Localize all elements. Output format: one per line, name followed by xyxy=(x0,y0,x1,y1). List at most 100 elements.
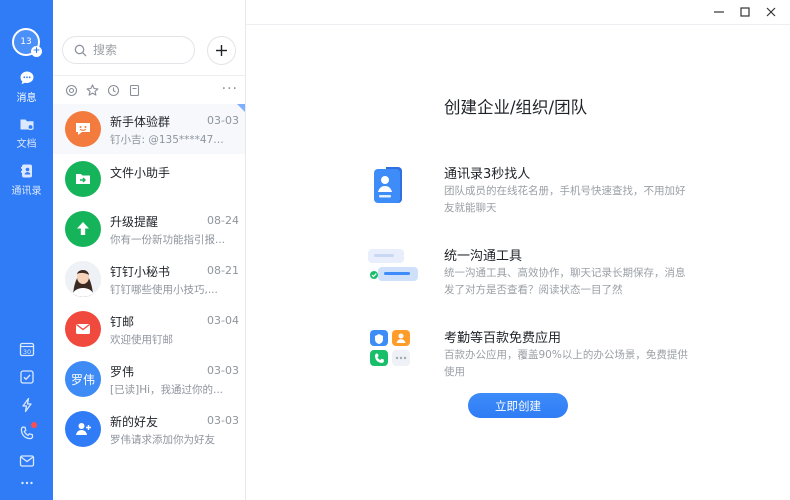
contact-avatar-text: 罗伟 xyxy=(70,372,95,387)
conversation-preview: 你有一份新功能指引报... xyxy=(110,234,226,246)
maximize-button[interactable] xyxy=(736,4,754,20)
nav-rail: 13 + 消息 文档 通讯录 30 xyxy=(0,0,53,500)
conversation-name: 钉邮 xyxy=(110,315,135,329)
rail-todo-button[interactable] xyxy=(0,369,53,385)
more-filter-button[interactable]: ··· xyxy=(222,81,238,97)
mail-icon xyxy=(19,455,34,467)
rail-more-button[interactable] xyxy=(0,478,53,488)
list-item[interactable]: 新的好友 03-03 罗伟请求添加你为好友 xyxy=(53,404,245,454)
conversation-time: 08-24 xyxy=(207,214,239,227)
pinned-corner-mark xyxy=(237,104,245,112)
conversation-name: 罗伟 xyxy=(110,365,135,379)
star-icon[interactable] xyxy=(86,83,99,97)
contact-avatar: 罗伟 xyxy=(65,361,101,397)
feature-contacts: 通讯录3秒找人 团队成员的在线花名册，手机号快速查找，不用加好友就能聊天 xyxy=(366,163,696,223)
conversation-name: 文件小助手 xyxy=(110,166,171,180)
main-pane: 创建企业/组织/团队 通讯录3秒找人 团队成员的在线花名册，手机号快速查找，不用… xyxy=(246,0,790,500)
folder-arrow-icon xyxy=(76,174,90,184)
rail-mail-button[interactable] xyxy=(0,453,53,469)
rail-item-label: 消息 xyxy=(16,93,37,104)
arrow-up-icon xyxy=(77,222,89,235)
feature-apps: 考勤等百款免费应用 百款办公应用，覆盖90%以上的办公场景，免费提供使用 xyxy=(366,327,696,387)
at-icon[interactable] xyxy=(65,84,78,97)
rail-item-label: 通讯录 xyxy=(11,186,42,197)
more-dots-icon xyxy=(20,481,33,485)
conversation-name: 新手体验群 xyxy=(110,115,171,129)
new-friend-avatar xyxy=(65,411,101,447)
conversation-time: 03-03 xyxy=(207,114,239,127)
secretary-avatar xyxy=(65,261,101,297)
list-item[interactable]: 钉邮 03-04 欢迎使用钉邮 xyxy=(53,304,245,354)
file-helper-avatar xyxy=(65,161,101,197)
title-bar xyxy=(246,0,790,25)
search-icon xyxy=(74,44,87,56)
plus-icon xyxy=(216,45,227,56)
feature-title: 统一沟通工具 xyxy=(444,249,523,264)
list-item[interactable]: 文件小助手 xyxy=(53,154,245,204)
conversation-time: 03-03 xyxy=(207,414,239,427)
conversation-preview: [已读]Hi，我通过你的... xyxy=(110,384,224,396)
conversation-preview: 钉钉哪些使用小技巧,... xyxy=(110,284,218,296)
conversation-preview: 欢迎使用钉邮 xyxy=(110,334,173,346)
create-now-button[interactable]: 立即创建 xyxy=(468,393,568,418)
user-avatar[interactable]: 13 + xyxy=(12,28,42,57)
clock-icon[interactable] xyxy=(107,84,120,97)
minimize-button[interactable] xyxy=(710,4,728,20)
conversation-name: 新的好友 xyxy=(110,415,159,429)
group-avatar xyxy=(65,111,101,147)
rail-ding-button[interactable] xyxy=(0,397,53,413)
list-item[interactable]: 钉钉小秘书 08-21 钉钉哪些使用小技巧,... xyxy=(53,254,245,304)
feature-description: 百款办公应用，覆盖90%以上的办公场景，免费提供使用 xyxy=(444,349,688,378)
conversation-time: 03-03 xyxy=(207,364,239,377)
rail-item-messages[interactable]: 消息 xyxy=(0,70,53,104)
calendar-30-icon: 30 xyxy=(19,342,34,357)
search-box[interactable] xyxy=(62,36,195,64)
feature-title: 考勤等百款免费应用 xyxy=(444,331,562,346)
maximize-icon xyxy=(740,7,750,17)
contacts-book-icon xyxy=(20,164,32,178)
filter-bar: ··· xyxy=(53,75,246,104)
add-button[interactable] xyxy=(207,36,236,65)
feature-communication: 统一沟通工具 统一沟通工具、高效协作，聊天记录长期保存，消息发了对方是否查看？阅… xyxy=(366,245,696,305)
minimize-icon xyxy=(714,11,724,13)
mail-avatar xyxy=(65,311,101,347)
envelope-icon xyxy=(76,323,90,334)
close-icon xyxy=(766,7,776,17)
rail-calendar-button[interactable]: 30 xyxy=(0,341,53,357)
chat-illustration-icon xyxy=(368,249,418,281)
rail-item-label: 文档 xyxy=(16,139,37,150)
page-title: 创建企业/组织/团队 xyxy=(444,98,588,117)
list-item[interactable]: 升级提醒 08-24 你有一份新功能指引报... xyxy=(53,204,245,254)
list-item[interactable]: 罗伟 罗伟 03-03 [已读]Hi，我通过你的... xyxy=(53,354,245,404)
upgrade-avatar xyxy=(65,211,101,247)
app-window: 13 + 消息 文档 通讯录 30 搜索 ··· 新手体验群 03-03 钉小吉… xyxy=(0,0,790,500)
rail-item-docs[interactable]: 文档 xyxy=(0,116,53,150)
user-avatar-text: 13 xyxy=(20,37,32,47)
feature-description: 统一沟通工具、高效协作，聊天记录长期保存，消息发了对方是否查看？阅读状态一目了然 xyxy=(444,267,686,296)
checkbox-todo-icon xyxy=(19,370,34,384)
close-button[interactable] xyxy=(762,4,780,20)
conversation-time: 03-04 xyxy=(207,314,239,327)
document-icon[interactable] xyxy=(128,84,141,97)
list-item[interactable]: 新手体验群 03-03 钉小吉: @135****4757... xyxy=(53,104,245,154)
apps-grid-illustration-icon xyxy=(370,330,410,366)
conversation-name: 钉钉小秘书 xyxy=(110,265,171,279)
conversation-name: 升级提醒 xyxy=(110,215,159,229)
feature-title: 通讯录3秒找人 xyxy=(444,167,531,182)
conversation-time: 08-21 xyxy=(207,264,239,277)
rail-call-button[interactable] xyxy=(0,422,53,441)
conversation-preview: 钉小吉: @135****4757... xyxy=(110,134,230,146)
lightning-icon xyxy=(21,397,32,413)
search-input[interactable] xyxy=(93,43,183,57)
chat-bubble-icon xyxy=(20,71,33,85)
add-person-icon xyxy=(76,423,91,435)
notification-dot xyxy=(31,422,37,428)
smiley-chat-icon xyxy=(76,123,90,135)
conversation-preview: 罗伟请求添加你为好友 xyxy=(110,434,215,446)
folder-icon xyxy=(20,119,34,131)
rail-item-contacts[interactable]: 通讯录 xyxy=(0,163,53,197)
calendar-day-text: 30 xyxy=(22,348,30,356)
conversation-panel: ··· 新手体验群 03-03 钉小吉: @135****4757... xyxy=(53,0,246,500)
feature-description: 团队成员的在线花名册，手机号快速查找，不用加好友就能聊天 xyxy=(444,185,686,214)
person-photo-icon xyxy=(65,261,101,297)
